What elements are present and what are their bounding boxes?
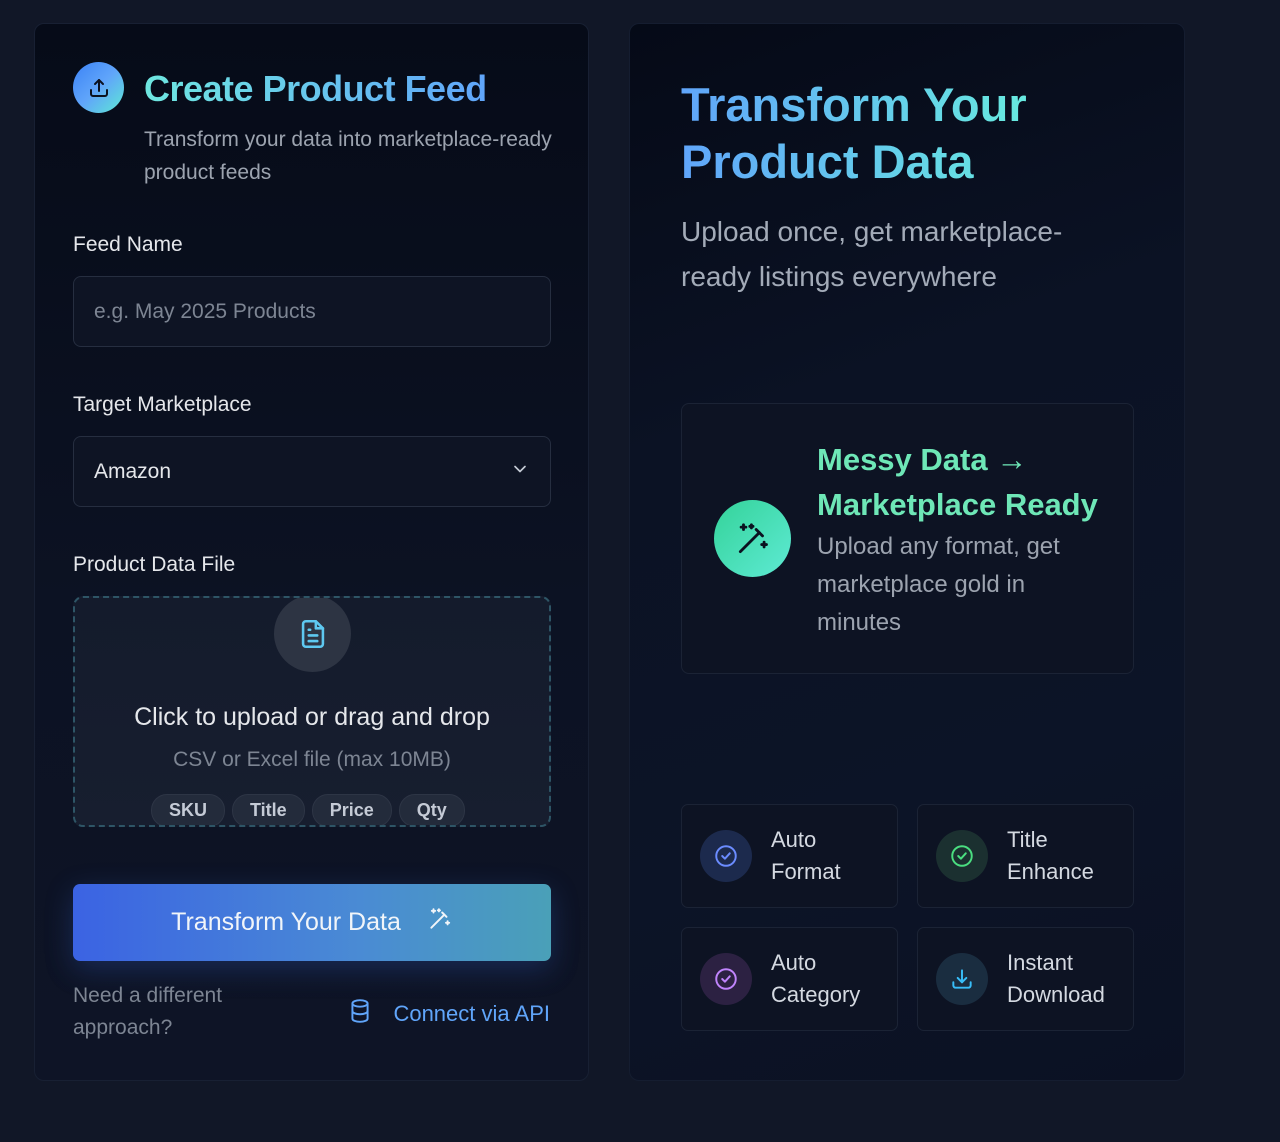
magic-wand-icon <box>714 500 791 577</box>
feature-label: Auto Format <box>771 827 841 884</box>
feature-auto-category: Auto Category <box>681 927 898 1031</box>
marketplace-label: Target Marketplace <box>73 393 252 416</box>
feature-auto-format: Auto Format <box>681 804 898 908</box>
connect-api-label: Connect via API <box>393 1001 550 1026</box>
transform-button-label: Transform Your Data <box>171 908 401 936</box>
hero-title: Transform Your Product Data <box>681 76 1101 190</box>
marketplace-select[interactable]: Amazon <box>73 436 551 507</box>
file-text-icon <box>274 598 351 672</box>
dropzone-title: Click to upload or drag and drop <box>134 703 490 731</box>
tag-title: Title <box>232 794 305 825</box>
feed-name-input[interactable] <box>73 276 551 347</box>
chevron-down-icon <box>510 459 530 485</box>
alternative-prompt: Need a different approach? <box>73 984 223 1039</box>
connect-api-link[interactable]: Connect via API <box>347 998 550 1030</box>
download-icon <box>936 953 988 1005</box>
magic-wand-icon <box>427 906 453 939</box>
feature-title: Messy Data → Marketplace Ready <box>817 442 1098 522</box>
feature-highlight-card: Messy Data → Marketplace Ready Upload an… <box>681 403 1134 674</box>
page-title: Create Product Feed <box>144 68 487 109</box>
hero-subtitle: Upload once, get marketplace-ready listi… <box>681 216 1063 292</box>
check-circle-icon <box>936 830 988 882</box>
upload-icon <box>73 62 124 113</box>
create-feed-card: Create Product Feed Transform your data … <box>34 23 589 1081</box>
tag-price: Price <box>311 794 392 825</box>
feed-name-label: Feed Name <box>73 233 183 256</box>
page-subtitle: Transform your data into marketplace-rea… <box>144 128 552 184</box>
dropzone-subtitle: CSV or Excel file (max 10MB) <box>173 748 451 771</box>
column-tags: SKU Title Price Qty <box>151 794 465 825</box>
check-circle-icon <box>700 830 752 882</box>
tag-sku: SKU <box>151 794 226 825</box>
feature-description: Upload any format, get marketplace gold … <box>817 533 1060 636</box>
transform-button[interactable]: Transform Your Data <box>73 884 551 961</box>
feature-title-enhance: Title Enhance <box>917 804 1134 908</box>
feature-label: Title Enhance <box>1007 827 1094 884</box>
marketplace-value: Amazon <box>94 459 172 483</box>
feature-label: Auto Category <box>771 950 861 1007</box>
hero-card: Transform Your Product Data Upload once,… <box>629 23 1185 1081</box>
file-dropzone[interactable]: Click to upload or drag and drop CSV or … <box>73 596 551 827</box>
file-label: Product Data File <box>73 553 236 576</box>
check-circle-icon <box>700 953 752 1005</box>
tag-qty: Qty <box>398 794 465 825</box>
feature-instant-download: Instant Download <box>917 927 1134 1031</box>
database-icon <box>347 998 373 1030</box>
feature-label: Instant Download <box>1007 950 1105 1007</box>
